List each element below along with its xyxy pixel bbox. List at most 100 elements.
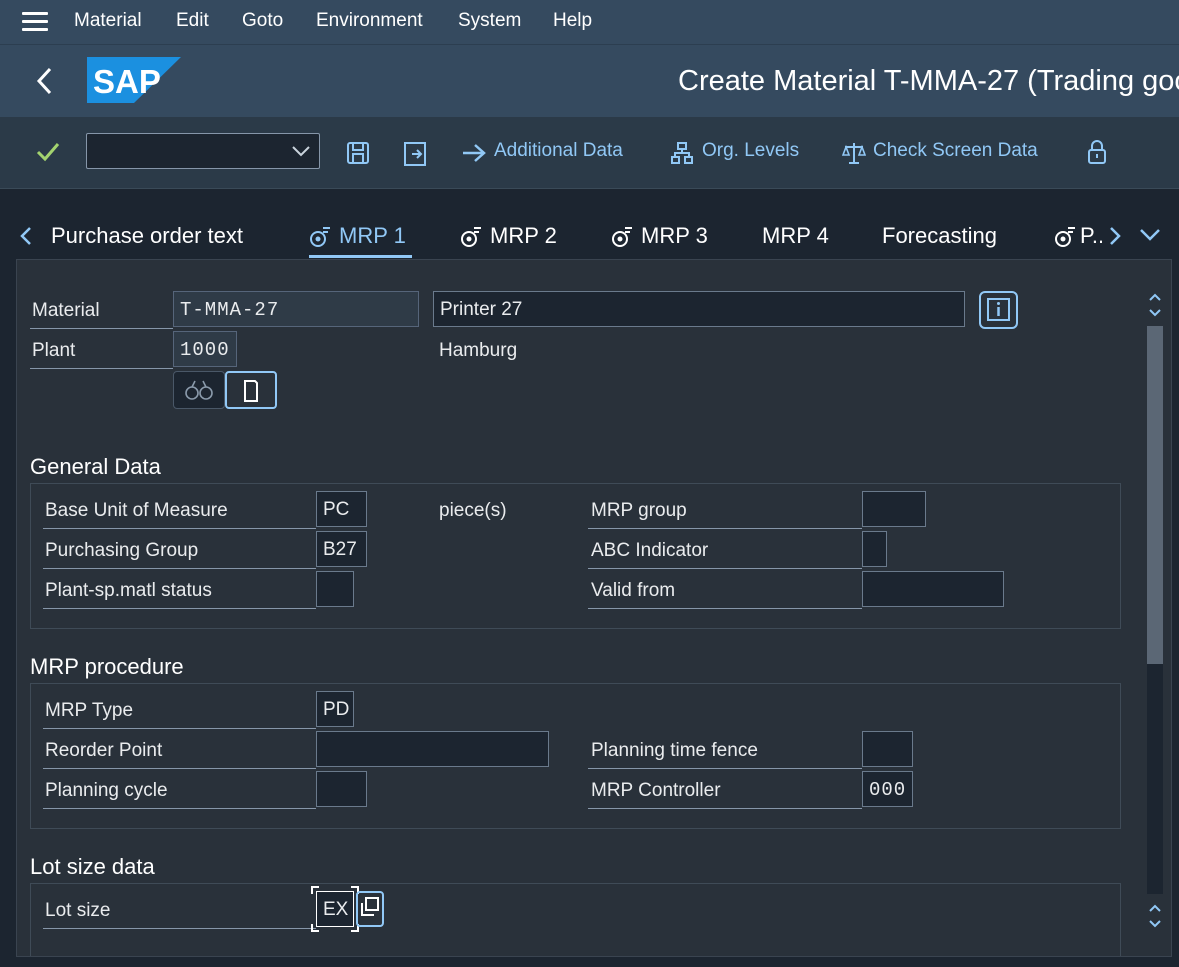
- label-underline: [43, 608, 316, 609]
- page-title: Create Material T-MMA-27 (Trading goods): [678, 65, 1179, 97]
- material-number-field[interactable]: T-MMA-27: [173, 291, 419, 327]
- planning-time-fence-field[interactable]: [862, 731, 913, 767]
- tab-strip: Purchase order text MRP 1 MRP 2 MRP 3 MR…: [0, 189, 1179, 259]
- sap-logo: SAP: [87, 57, 181, 103]
- menu-goto[interactable]: Goto: [242, 10, 283, 32]
- base-uom-text: piece(s): [439, 500, 507, 521]
- save-icon[interactable]: [346, 141, 370, 165]
- tab-status-icon: [1055, 227, 1075, 247]
- label-underline: [30, 328, 173, 329]
- label-underline: [588, 568, 862, 569]
- tab-mrp-1[interactable]: MRP 1: [339, 223, 406, 249]
- org-levels-icon[interactable]: [670, 141, 694, 165]
- tab-status-icon: [461, 227, 481, 247]
- back-arrow-icon: [36, 67, 52, 95]
- menu-system[interactable]: System: [458, 10, 521, 32]
- menu-material[interactable]: Material: [74, 10, 142, 32]
- vertical-scrollbar[interactable]: [1145, 290, 1165, 930]
- tab-truncated[interactable]: P...: [1080, 223, 1102, 249]
- info-button[interactable]: [979, 291, 1018, 329]
- application-toolbar: Additional Data Org. Levels Check Screen…: [0, 117, 1179, 189]
- purchasing-group-label: Purchasing Group: [45, 540, 199, 561]
- command-field[interactable]: [86, 133, 320, 169]
- info-icon: [987, 298, 1010, 321]
- scrollbar-thumb[interactable]: [1147, 326, 1163, 664]
- tab-status-icon: [310, 227, 330, 247]
- label-underline: [43, 528, 316, 529]
- tab-mrp-4[interactable]: MRP 4: [762, 223, 829, 249]
- tab-scroll-right-icon[interactable]: [1107, 225, 1123, 247]
- mrp-type-label: MRP Type: [45, 700, 134, 721]
- title-bar: SAP Create Material T-MMA-27 (Trading go…: [0, 44, 1179, 117]
- back-button[interactable]: [30, 63, 60, 99]
- label-underline: [588, 768, 862, 769]
- menu-edit[interactable]: Edit: [176, 10, 209, 32]
- label-underline: [43, 568, 316, 569]
- hamburger-menu-icon[interactable]: [22, 12, 48, 32]
- scroll-up-icon[interactable]: [1147, 290, 1163, 320]
- lot-size-group: [30, 883, 1121, 956]
- glasses-icon: [185, 380, 213, 400]
- plant-field[interactable]: 1000: [173, 331, 237, 367]
- mrp-type-field[interactable]: PD: [316, 691, 354, 727]
- content-panel: Material T-MMA-27 Printer 27 Plant 1000 …: [16, 259, 1172, 957]
- value-help-icon: [361, 897, 379, 916]
- tab-forecasting[interactable]: Forecasting: [882, 223, 997, 249]
- planning-cycle-field[interactable]: [316, 771, 367, 807]
- label-underline: [43, 768, 316, 769]
- tab-mrp-3[interactable]: MRP 3: [641, 223, 708, 249]
- mrp-group-label: MRP group: [591, 500, 687, 521]
- tab-mrp-2[interactable]: MRP 2: [490, 223, 557, 249]
- material-description-field[interactable]: Printer 27: [433, 291, 965, 327]
- sap-logo-text: SAP: [93, 63, 161, 100]
- create-button[interactable]: [225, 371, 277, 409]
- base-uom-label: Base Unit of Measure: [45, 500, 228, 521]
- valid-from-field[interactable]: [862, 571, 1004, 607]
- org-levels-button[interactable]: Org. Levels: [702, 140, 799, 162]
- valid-from-label: Valid from: [591, 580, 676, 601]
- menu-help[interactable]: Help: [553, 10, 592, 32]
- document-icon: [244, 380, 258, 402]
- enter-check-icon[interactable]: [36, 141, 60, 163]
- planning-time-fence-label: Planning time fence: [591, 740, 758, 761]
- label-underline: [588, 608, 862, 609]
- chevron-down-icon[interactable]: [291, 143, 311, 159]
- base-uom-field[interactable]: PC: [316, 491, 367, 527]
- exit-icon[interactable]: [403, 141, 429, 167]
- abc-indicator-field[interactable]: [862, 531, 887, 567]
- plant-description: Hamburg: [439, 340, 518, 361]
- mrp-group-field[interactable]: [862, 491, 926, 527]
- tab-list-chevron-down-icon[interactable]: [1139, 227, 1161, 243]
- lot-size-data-title: Lot size data: [30, 854, 155, 879]
- label-underline: [43, 728, 316, 729]
- mrp-procedure-title: MRP procedure: [30, 654, 184, 679]
- scroll-down-icon[interactable]: [1147, 900, 1163, 934]
- scale-balance-icon[interactable]: [842, 141, 866, 165]
- lot-size-label: Lot size: [45, 900, 111, 921]
- label-underline: [30, 368, 173, 369]
- display-button[interactable]: [173, 371, 225, 409]
- menu-environment[interactable]: Environment: [316, 10, 423, 32]
- tab-purchase-order-text[interactable]: Purchase order text: [51, 223, 243, 249]
- abc-indicator-label: ABC Indicator: [591, 540, 709, 561]
- tab-scroll-left-icon[interactable]: [18, 225, 34, 247]
- label-underline: [588, 808, 862, 809]
- menu-bar: Material Edit Goto Environment System He…: [0, 0, 1179, 44]
- mrp-controller-field[interactable]: 000: [862, 771, 913, 807]
- tab-status-icon: [612, 227, 632, 247]
- reorder-point-field[interactable]: [316, 731, 549, 767]
- reorder-point-label: Reorder Point: [45, 740, 163, 761]
- plant-status-label: Plant-sp.matl status: [45, 580, 212, 601]
- focus-corners: [311, 886, 359, 932]
- additional-data-button[interactable]: Additional Data: [494, 140, 623, 162]
- check-screen-data-button[interactable]: Check Screen Data: [873, 140, 1038, 162]
- purchasing-group-field[interactable]: B27: [316, 531, 367, 567]
- plant-label: Plant: [32, 340, 76, 361]
- arrow-right-icon[interactable]: [461, 143, 487, 163]
- label-underline: [588, 528, 862, 529]
- value-help-button[interactable]: [356, 891, 384, 927]
- planning-cycle-label: Planning cycle: [45, 780, 168, 801]
- plant-status-field[interactable]: [316, 571, 354, 607]
- active-tab-indicator: [309, 255, 412, 258]
- lock-icon[interactable]: [1087, 139, 1107, 165]
